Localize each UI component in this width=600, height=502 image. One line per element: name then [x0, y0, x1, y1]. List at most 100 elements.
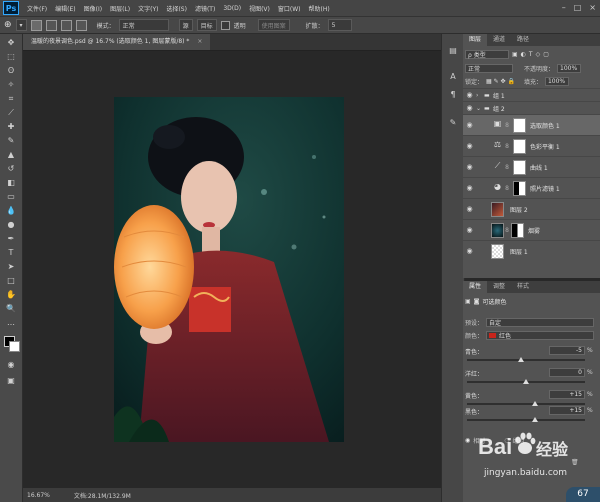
- blend-mode-select[interactable]: 正常: [465, 64, 513, 73]
- tab-properties[interactable]: 属性: [463, 281, 488, 293]
- layer-row[interactable]: ◉ ⌄ ▬ 组 2: [463, 101, 600, 114]
- marquee-tool-icon[interactable]: ⬚: [5, 52, 17, 62]
- character-panel-icon[interactable]: A: [447, 72, 459, 82]
- menu-file[interactable]: 文件(F): [23, 4, 51, 13]
- canvas-photo[interactable]: [114, 97, 344, 442]
- close-button[interactable]: ×: [589, 3, 596, 12]
- filter-adjustment-icon[interactable]: ◐: [521, 51, 526, 58]
- minimize-button[interactable]: –: [562, 3, 566, 12]
- visibility-eye-icon[interactable]: ◉: [463, 142, 476, 150]
- layer-mask-thumbnail[interactable]: [511, 222, 524, 238]
- slider-value-input[interactable]: 0: [549, 368, 585, 377]
- screen-mode-icon[interactable]: ▣: [5, 376, 17, 386]
- menu-window[interactable]: 窗口(W): [274, 4, 305, 13]
- slider-track[interactable]: [467, 359, 585, 361]
- history-brush-tool-icon[interactable]: ↺: [5, 164, 17, 174]
- target-button[interactable]: 目标: [196, 19, 217, 31]
- slider-thumb[interactable]: [531, 417, 538, 422]
- eyedropper-tool-icon[interactable]: ⟋: [5, 108, 17, 118]
- visibility-eye-icon[interactable]: ◉: [463, 104, 476, 112]
- layer-thumbnail[interactable]: [491, 222, 504, 238]
- slider-track[interactable]: [467, 419, 585, 421]
- layer-mask-thumbnail[interactable]: [513, 180, 526, 196]
- healing-tool-icon[interactable]: ✚: [5, 122, 17, 132]
- clone-stamp-tool-icon[interactable]: ▲: [5, 150, 17, 160]
- tab-layers[interactable]: 图层: [463, 34, 488, 46]
- menu-help[interactable]: 帮助(H): [305, 4, 334, 13]
- transparent-checkbox[interactable]: [220, 20, 230, 30]
- slider-value-input[interactable]: +15: [549, 406, 585, 415]
- opacity-input[interactable]: 100%: [557, 64, 582, 73]
- type-tool-icon[interactable]: T: [5, 248, 17, 258]
- layer-row[interactable]: ◉ ◕ 8 照片滤镜 1: [463, 177, 600, 198]
- menu-image[interactable]: 图像(I): [80, 4, 106, 13]
- menu-filter[interactable]: 滤镜(T): [191, 4, 219, 13]
- layer-row[interactable]: ◉ ⚖ 8 色彩平衡 1: [463, 135, 600, 156]
- slider-thumb[interactable]: [531, 401, 538, 406]
- layer-row[interactable]: ◉ 8 烟雾: [463, 219, 600, 240]
- chevron-down-icon[interactable]: ⌄: [476, 105, 484, 112]
- diffusion-select[interactable]: 5: [327, 19, 352, 31]
- colors-select[interactable]: 红色: [486, 331, 594, 340]
- lock-icon[interactable]: ▦ ✎ ✥ 🔒: [486, 78, 515, 85]
- brush-tool-icon[interactable]: ✎: [5, 136, 17, 146]
- slider-thumb[interactable]: [518, 357, 525, 362]
- background-color-swatch[interactable]: [9, 341, 20, 352]
- dodge-tool-icon[interactable]: ●: [5, 220, 17, 230]
- filter-shape-icon[interactable]: ◇: [536, 51, 541, 58]
- path-selection-tool-icon[interactable]: ➤: [5, 262, 17, 272]
- add-selection-icon[interactable]: [45, 19, 57, 31]
- preset-select[interactable]: 自定: [486, 318, 594, 327]
- tab-channels[interactable]: 通道: [487, 34, 511, 46]
- chevron-right-icon[interactable]: ›: [476, 92, 484, 99]
- maximize-button[interactable]: □: [574, 3, 582, 12]
- mask-icon[interactable]: ◙: [474, 298, 480, 305]
- filter-type-icon[interactable]: T: [529, 51, 533, 58]
- new-selection-icon[interactable]: [30, 19, 42, 31]
- layer-thumbnail[interactable]: [491, 201, 504, 217]
- zoom-tool-icon[interactable]: 🔍: [5, 304, 17, 314]
- move-tool-icon[interactable]: ✥: [5, 38, 17, 48]
- mode-select[interactable]: 正常: [118, 19, 169, 31]
- layer-mask-thumbnail[interactable]: [513, 117, 526, 133]
- visibility-eye-icon[interactable]: ◉: [463, 184, 476, 192]
- layer-row[interactable]: ◉ 图层 1: [463, 240, 600, 261]
- source-button[interactable]: 源: [178, 19, 193, 31]
- canvas-area[interactable]: [23, 51, 441, 488]
- slider-track[interactable]: [467, 403, 585, 405]
- quick-mask-icon[interactable]: ◉: [5, 360, 17, 370]
- subtract-selection-icon[interactable]: [60, 19, 72, 31]
- menu-layer[interactable]: 图层(L): [106, 4, 134, 13]
- patch-tool-icon[interactable]: ⊕: [4, 20, 12, 30]
- layer-row[interactable]: ◉ › ▬ 组 1: [463, 88, 600, 101]
- menu-edit[interactable]: 编辑(E): [51, 4, 79, 13]
- menu-select[interactable]: 选择(S): [162, 4, 191, 13]
- visibility-eye-icon[interactable]: ◉: [463, 226, 476, 234]
- visibility-eye-icon[interactable]: ◉: [463, 163, 476, 171]
- intersect-selection-icon[interactable]: [75, 19, 87, 31]
- gradient-tool-icon[interactable]: ▭: [5, 192, 17, 202]
- layer-filter-select[interactable]: ρ 类型: [465, 50, 509, 59]
- use-pattern-button[interactable]: 使用图案: [257, 19, 290, 31]
- visibility-eye-icon[interactable]: ◉: [463, 205, 476, 213]
- slider-thumb[interactable]: [523, 379, 529, 384]
- visibility-eye-icon[interactable]: ◉: [463, 91, 476, 99]
- tab-styles[interactable]: 样式: [511, 281, 535, 293]
- visibility-eye-icon[interactable]: ◉: [463, 121, 476, 129]
- tool-preset-picker[interactable]: ▾: [15, 19, 27, 31]
- menu-type[interactable]: 文字(Y): [134, 4, 162, 13]
- slider-value-input[interactable]: -5: [549, 346, 585, 355]
- visibility-eye-icon[interactable]: ◉: [463, 247, 476, 255]
- eraser-tool-icon[interactable]: ◧: [5, 178, 17, 188]
- layer-row[interactable]: ◉ 图层 2: [463, 198, 600, 219]
- layer-row-selected[interactable]: ◉ ▣ 8 选取颜色 1: [463, 114, 600, 135]
- filter-pixel-icon[interactable]: ▣: [512, 51, 518, 58]
- layer-row[interactable]: ◉ ⟋ 8 曲线 1: [463, 156, 600, 177]
- blur-tool-icon[interactable]: 💧: [5, 206, 17, 216]
- slider-value-input[interactable]: +15: [549, 390, 585, 399]
- document-tab[interactable]: 温暖的夜景调色.psd @ 16.7% (选取颜色 1, 图层蒙版/8) * ×: [23, 34, 211, 50]
- layer-mask-thumbnail[interactable]: [513, 138, 526, 154]
- lasso-tool-icon[interactable]: ʘ: [5, 66, 17, 76]
- hand-tool-icon[interactable]: ✋: [5, 290, 17, 300]
- close-tab-icon[interactable]: ×: [197, 38, 202, 45]
